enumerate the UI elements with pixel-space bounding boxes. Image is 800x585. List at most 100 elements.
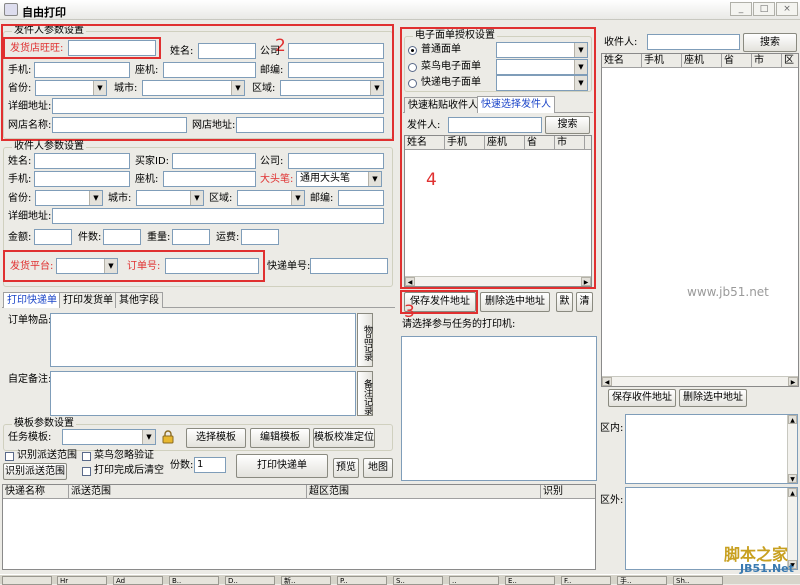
sender-search-button[interactable]: 搜索 [545,116,590,134]
buyer-id-input[interactable] [172,153,256,169]
save-receiver-address-button[interactable]: 保存收件地址 [608,389,676,407]
area-out-vscroll[interactable]: ▲ ▼ [787,488,797,569]
sender-mobile-label: 手机: [8,65,32,76]
goods-record-button[interactable]: 物品记录 [357,313,373,367]
receiver-district-select[interactable]: ▼ [237,190,305,206]
tab-print-express[interactable]: 打印快递单 [3,292,61,308]
receiver-address-input[interactable] [52,208,384,224]
sender-grid-hscroll[interactable]: ◀ ▶ [405,276,591,286]
freight-input[interactable] [241,229,279,245]
template-select[interactable]: ▼ [62,429,156,445]
clear-button[interactable]: 清 [576,292,593,312]
tab-quick-select-sender[interactable]: 快速选择发件人 [477,96,555,113]
receiver-city-select[interactable]: ▼ [136,190,204,206]
route-checkbox[interactable] [5,452,14,461]
maximize-button[interactable]: □ [753,2,775,16]
scroll-up-icon[interactable]: ▲ [788,415,797,424]
sender-district-select[interactable]: ▼ [280,80,384,96]
printer-label: 请选择参与任务的打印机: [402,319,516,330]
grid-col-express-name: 快递名称 [3,485,69,499]
scroll-left-icon[interactable]: ◀ [602,377,612,386]
receiver-list-grid[interactable]: 姓名 手机 座机 省 市 区 ◀ ▶ [601,53,799,387]
sender-col-province: 省 [525,136,555,150]
print-express-button[interactable]: 打印快递单 [236,454,328,478]
sender-search-input[interactable] [448,117,542,133]
sender-city-select[interactable]: ▼ [142,80,245,96]
shop-name-input[interactable] [52,117,187,133]
copies-value: 1 [197,459,204,470]
express-no-input[interactable] [310,258,388,274]
receiver-phone-input[interactable] [163,171,256,187]
weight-input[interactable] [172,229,210,245]
receiver-province-select[interactable]: ▼ [35,190,103,206]
sender-province-select[interactable]: ▼ [35,80,107,96]
clear-after-print-checkbox[interactable] [82,467,91,476]
area-in-label: 区内: [600,423,624,434]
pieces-input[interactable] [103,229,141,245]
grid-header: 快递名称 派送范围 超区范围 识别 [3,485,595,499]
tab-print-shipping[interactable]: 打印发货单 [59,292,117,308]
cainiao-checkbox[interactable] [82,452,91,461]
edit-template-button[interactable]: 编辑模板 [250,428,310,448]
sender-name-input[interactable] [198,43,256,59]
copies-input[interactable]: 1 [194,457,226,473]
receiver-mobile-input[interactable] [34,171,130,187]
express-range-grid[interactable]: 快递名称 派送范围 超区范围 识别 [2,484,596,570]
sender-city-label: 城市: [114,83,138,94]
title-bar: 自由打印 _ □ × [0,0,800,20]
printer-list[interactable] [401,336,597,481]
radio-normal-waybill[interactable] [408,46,417,55]
remark-record-button[interactable]: 备注记录 [357,371,373,416]
map-button[interactable]: 地图 [363,458,393,478]
shop-name-label: 网店名称: [8,120,52,131]
scroll-right-icon[interactable]: ▶ [788,377,798,386]
delete-selected-address-button[interactable]: 删除选中地址 [480,292,550,312]
delete-receiver-address-button[interactable]: 删除选中地址 [679,389,747,407]
remark-textarea[interactable] [50,371,356,416]
receiver-name-input[interactable] [34,153,130,169]
window-title: 自由打印 [22,6,66,19]
area-out-label: 区外: [600,495,624,506]
eorder-select-2[interactable]: ▼ [496,59,588,75]
sender-list-grid[interactable]: 姓名 手机 座机 省 市 ◀ ▶ [404,135,592,287]
receiver-search-input[interactable] [647,34,740,50]
chevron-down-icon: ▼ [89,191,102,205]
amount-input[interactable] [34,229,72,245]
area-in-vscroll[interactable]: ▲ ▼ [787,415,797,483]
scroll-down-icon[interactable]: ▼ [788,474,797,483]
sender-zip-input[interactable] [288,62,384,78]
scroll-up-icon[interactable]: ▲ [788,488,797,497]
close-button[interactable]: × [776,2,798,16]
receiver-company-input[interactable] [288,153,384,169]
weight-label: 重量: [147,232,171,243]
tab-other-fields[interactable]: 其他字段 [115,292,163,308]
calibrate-template-button[interactable]: 模板校准定位 [313,428,375,448]
default-button[interactable]: 默 [556,292,573,312]
select-template-button[interactable]: 选择模板 [186,428,246,448]
order-no-input[interactable] [165,258,259,274]
sender-company-input[interactable] [288,43,384,59]
sender-address-input[interactable] [52,98,384,114]
big-head-select[interactable]: 通用大头笔 ▼ [296,171,382,187]
area-in-textarea[interactable]: ▲ ▼ [625,414,798,484]
tab-quick-paste-receiver[interactable]: 快速粘贴收件人 [404,97,482,113]
sender-mobile-input[interactable] [34,62,130,78]
minimize-button[interactable]: _ [730,2,752,16]
scroll-right-icon[interactable]: ▶ [581,277,591,286]
receiver-search-button[interactable]: 搜索 [743,33,797,52]
platform-select[interactable]: ▼ [56,258,118,274]
eorder-select-1[interactable]: ▼ [496,42,588,58]
radio-express-waybill-label: 快递电子面单 [421,77,481,88]
preview-button[interactable]: 预览 [333,458,359,478]
radio-cainiao-waybill[interactable] [408,63,417,72]
shop-url-input[interactable] [236,117,384,133]
receiver-zip-input[interactable] [338,190,384,206]
sender-phone-input[interactable] [163,62,256,78]
radio-express-waybill[interactable] [408,79,417,88]
shop-wangwang-input[interactable] [68,40,156,56]
scroll-left-icon[interactable]: ◀ [405,277,415,286]
eorder-select-3[interactable]: ▼ [496,75,588,91]
receiver-grid-hscroll[interactable]: ◀ ▶ [602,376,798,386]
route-button[interactable]: 识别派送范围 [3,463,67,480]
goods-textarea[interactable] [50,313,356,367]
